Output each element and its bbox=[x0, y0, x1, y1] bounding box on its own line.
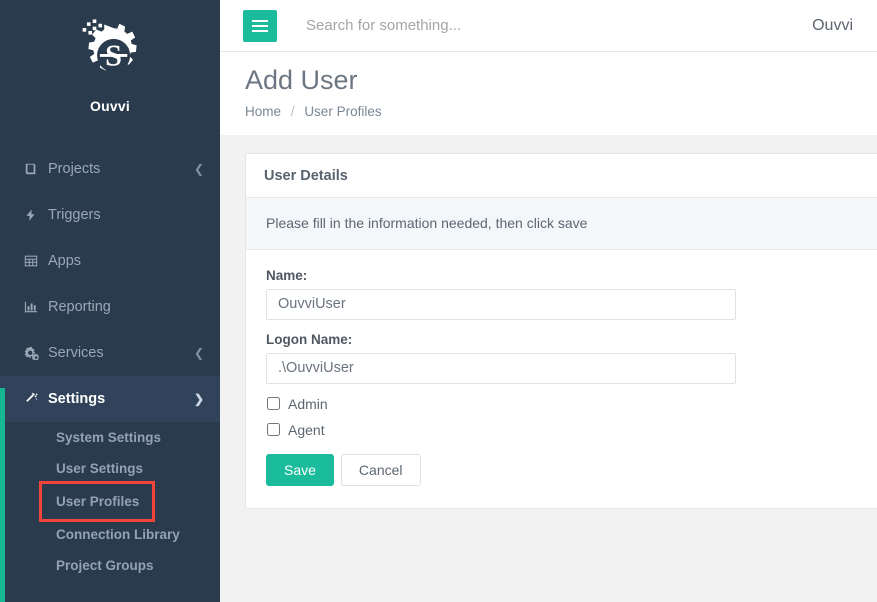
book-icon bbox=[24, 162, 46, 176]
agent-checkbox-row: Agent bbox=[266, 422, 877, 438]
breadcrumb-home[interactable]: Home bbox=[245, 104, 281, 119]
save-button[interactable]: Save bbox=[266, 453, 334, 487]
chevron-left-icon: ❮ bbox=[193, 162, 204, 176]
sidebar-item-apps[interactable]: Apps bbox=[0, 238, 220, 284]
sidebar-item-triggers[interactable]: Triggers bbox=[0, 192, 220, 238]
sidebar-item-settings[interactable]: Settings ❯ bbox=[0, 376, 220, 422]
gears-icon bbox=[24, 346, 46, 360]
bolt-icon bbox=[24, 208, 46, 222]
sidebar-item-projects[interactable]: Projects ❮ bbox=[0, 146, 220, 192]
page-title: Add User bbox=[245, 65, 358, 95]
sidebar-item-label: Services bbox=[48, 345, 104, 361]
admin-checkbox[interactable] bbox=[267, 397, 280, 411]
logon-name-label: Logon Name: bbox=[266, 331, 353, 347]
user-details-card: User Details Please fill in the informat… bbox=[245, 152, 877, 510]
chevron-down-icon: ❯ bbox=[193, 392, 204, 406]
logon-name-input[interactable] bbox=[266, 352, 736, 384]
app-root: S Ouvvi Projects ❮ Triggers Apps Reporti… bbox=[0, 0, 877, 602]
page-header: Add User Home / User Profiles bbox=[220, 52, 877, 135]
breadcrumb-separator: / bbox=[290, 103, 295, 119]
admin-checkbox-label[interactable]: Admin bbox=[288, 396, 328, 412]
submenu-item-connection-library[interactable]: Connection Library bbox=[0, 519, 220, 550]
magic-wand-icon bbox=[24, 391, 46, 407]
card-body: Name: Logon Name: Admin Agent Save bbox=[246, 250, 877, 509]
submenu-item-user-profiles[interactable]: User Profiles bbox=[39, 481, 155, 522]
chevron-left-icon: ❮ bbox=[193, 346, 204, 360]
sidebar-item-label: Triggers bbox=[48, 207, 101, 223]
name-input[interactable] bbox=[266, 288, 736, 320]
breadcrumb-current[interactable]: User Profiles bbox=[304, 104, 381, 119]
info-note: Please fill in the information needed, t… bbox=[246, 197, 877, 250]
hamburger-icon[interactable] bbox=[243, 9, 277, 42]
bar-chart-icon bbox=[24, 300, 46, 314]
sidebar-item-services[interactable]: Services ❮ bbox=[0, 330, 220, 376]
sidebar: S Ouvvi Projects ❮ Triggers Apps Reporti… bbox=[0, 0, 220, 602]
agent-checkbox-label[interactable]: Agent bbox=[288, 422, 325, 438]
active-group-accent-bar bbox=[0, 388, 5, 602]
main-area: Ouvvi Add User Home / User Profiles User… bbox=[220, 0, 877, 602]
submenu-item-project-groups[interactable]: Project Groups bbox=[0, 550, 220, 581]
search-input[interactable] bbox=[304, 16, 801, 35]
sidebar-item-label: Apps bbox=[48, 253, 82, 269]
submenu-item-system-settings[interactable]: System Settings bbox=[0, 422, 220, 453]
settings-submenu: System Settings User Settings User Profi… bbox=[0, 422, 220, 581]
brand-name: Ouvvi bbox=[90, 98, 130, 114]
breadcrumb: Home / User Profiles bbox=[245, 104, 853, 119]
content-area: User Details Please fill in the informat… bbox=[220, 135, 877, 510]
submenu-item-user-settings[interactable]: User Settings bbox=[0, 453, 220, 484]
brand[interactable]: S Ouvvi bbox=[0, 0, 220, 114]
topbar-user-label[interactable]: Ouvvi bbox=[800, 17, 853, 35]
name-label: Name: bbox=[266, 267, 308, 283]
grid-icon bbox=[24, 254, 46, 268]
admin-checkbox-row: Admin bbox=[266, 396, 877, 412]
topbar: Ouvvi bbox=[220, 0, 877, 52]
sidebar-item-label: Projects bbox=[48, 161, 101, 177]
form-actions: Save Cancel bbox=[266, 453, 877, 487]
sidebar-nav: Projects ❮ Triggers Apps Reporting Servi… bbox=[0, 146, 220, 581]
cancel-button[interactable]: Cancel bbox=[340, 453, 421, 487]
sidebar-item-label: Settings bbox=[48, 391, 106, 407]
gear-s-logo-icon: S bbox=[82, 19, 137, 73]
card-title: User Details bbox=[246, 154, 877, 198]
agent-checkbox[interactable] bbox=[267, 423, 280, 437]
sidebar-item-reporting[interactable]: Reporting bbox=[0, 284, 220, 330]
sidebar-item-label: Reporting bbox=[48, 299, 111, 315]
